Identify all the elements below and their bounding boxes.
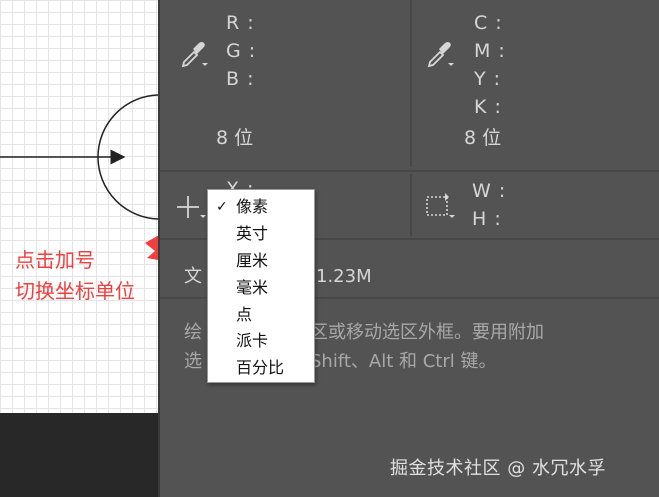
menu-item-inches[interactable]: 英寸 <box>208 221 314 247</box>
green-label: G : <box>226 40 257 62</box>
menu-item-label: 厘米 <box>236 251 269 270</box>
black-label: K : <box>474 96 502 118</box>
menu-item-label: 派卡 <box>236 331 269 350</box>
cmyk-bit-depth: 8 位 <box>464 127 502 149</box>
hint-part: 选 <box>184 351 202 372</box>
doc-size-value: 1.23M <box>316 266 372 287</box>
annotation-line-1: 点击加号 <box>15 248 95 272</box>
divider <box>410 174 412 236</box>
menu-item-percent[interactable]: 百分比 <box>208 355 314 381</box>
hint-part: 区或移动选区外框。要用附加 <box>310 322 544 343</box>
watermark: 掘金技术社区 @ 水冗水孚 <box>390 458 606 479</box>
rgb-bit-depth: 8 位 <box>216 127 254 149</box>
hint-part: Shift、Alt 和 Ctrl 键。 <box>310 351 497 372</box>
menu-item-points[interactable]: 点 <box>208 302 314 328</box>
menu-item-label: 英寸 <box>236 224 269 243</box>
menu-item-picas[interactable]: 派卡 <box>208 328 314 354</box>
cyan-label: C : <box>474 12 503 34</box>
menu-item-label: 毫米 <box>236 278 269 297</box>
blue-label: B : <box>226 68 255 90</box>
selection-rect-icon[interactable] <box>424 190 456 226</box>
canvas-area[interactable] <box>0 0 158 413</box>
menu-item-millimeters[interactable]: 毫米 <box>208 275 314 301</box>
canvas-drawing <box>0 94 158 260</box>
eyedropper-icon[interactable] <box>424 38 454 72</box>
checkmark-icon: ✓ <box>216 199 228 215</box>
red-label: R : <box>226 12 255 34</box>
height-label: H : <box>472 208 502 230</box>
menu-item-label: 像素 <box>236 197 269 216</box>
menu-item-label: 百分比 <box>236 358 285 377</box>
divider <box>410 0 412 167</box>
menu-item-centimeters[interactable]: 厘米 <box>208 248 314 274</box>
red-pointer-arrow <box>145 235 158 260</box>
width-label: W : <box>472 180 507 202</box>
magenta-label: M : <box>474 40 506 62</box>
divider <box>160 170 659 172</box>
doc-label: 文 <box>184 266 202 287</box>
eyedropper-icon[interactable] <box>178 38 208 72</box>
yellow-label: Y : <box>474 68 502 90</box>
unit-dropdown-menu[interactable]: ✓ 像素 英寸 厘米 毫米 点 派卡 百分比 <box>207 189 315 383</box>
canvas-bottom-area <box>0 413 158 497</box>
annotation-line-2: 切换坐标单位 <box>15 279 135 303</box>
menu-item-label: 点 <box>236 305 253 324</box>
hint-part: 绘 <box>184 322 202 343</box>
crosshair-plus-icon[interactable] <box>176 193 208 227</box>
menu-item-pixels[interactable]: ✓ 像素 <box>208 194 314 220</box>
